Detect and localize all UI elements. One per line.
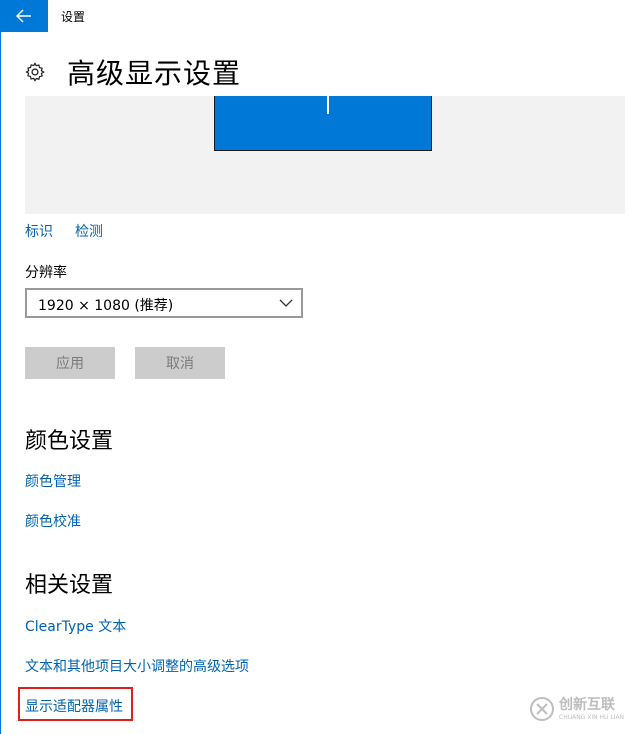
watermark-brand: 创新互联: [559, 697, 615, 713]
back-button[interactable]: [0, 0, 48, 32]
cancel-button[interactable]: 取消: [135, 347, 225, 379]
advanced-sizing-link[interactable]: 文本和其他项目大小调整的高级选项: [25, 656, 249, 676]
detect-link[interactable]: 检测: [75, 221, 103, 241]
brand-logo-icon: [530, 697, 554, 721]
window-title: 设置: [61, 10, 86, 24]
apply-button[interactable]: 应用: [25, 347, 115, 379]
color-management-link[interactable]: 颜色管理: [25, 471, 81, 491]
color-settings-heading: 颜色设置: [25, 429, 114, 454]
highlight-annotation: [18, 687, 133, 721]
watermark-subtext: CHUANG XIN HU LIAN: [559, 714, 625, 721]
watermark-logo: 创新互联 CHUANG XIN HU LIAN: [529, 690, 625, 730]
identify-link[interactable]: 标识: [25, 221, 53, 241]
chevron-down-icon: [279, 299, 293, 307]
gear-icon: [25, 62, 45, 82]
title-bar: 设置: [0, 0, 628, 32]
resolution-dropdown[interactable]: 1920 × 1080 (推荐): [25, 288, 303, 318]
resolution-label: 分辨率: [25, 265, 67, 281]
cleartype-link[interactable]: ClearType 文本: [25, 616, 126, 636]
page-title: 高级显示设置: [67, 57, 242, 90]
resolution-value: 1920 × 1080 (推荐): [38, 298, 174, 314]
monitor-1[interactable]: [214, 96, 432, 151]
window-border: [0, 32, 1, 734]
color-calibration-link[interactable]: 颜色校准: [25, 511, 81, 531]
back-arrow-icon: [16, 9, 31, 23]
display-arrangement-area: [25, 96, 625, 214]
monitor-number-label: [327, 96, 329, 114]
related-settings-heading: 相关设置: [25, 573, 114, 598]
